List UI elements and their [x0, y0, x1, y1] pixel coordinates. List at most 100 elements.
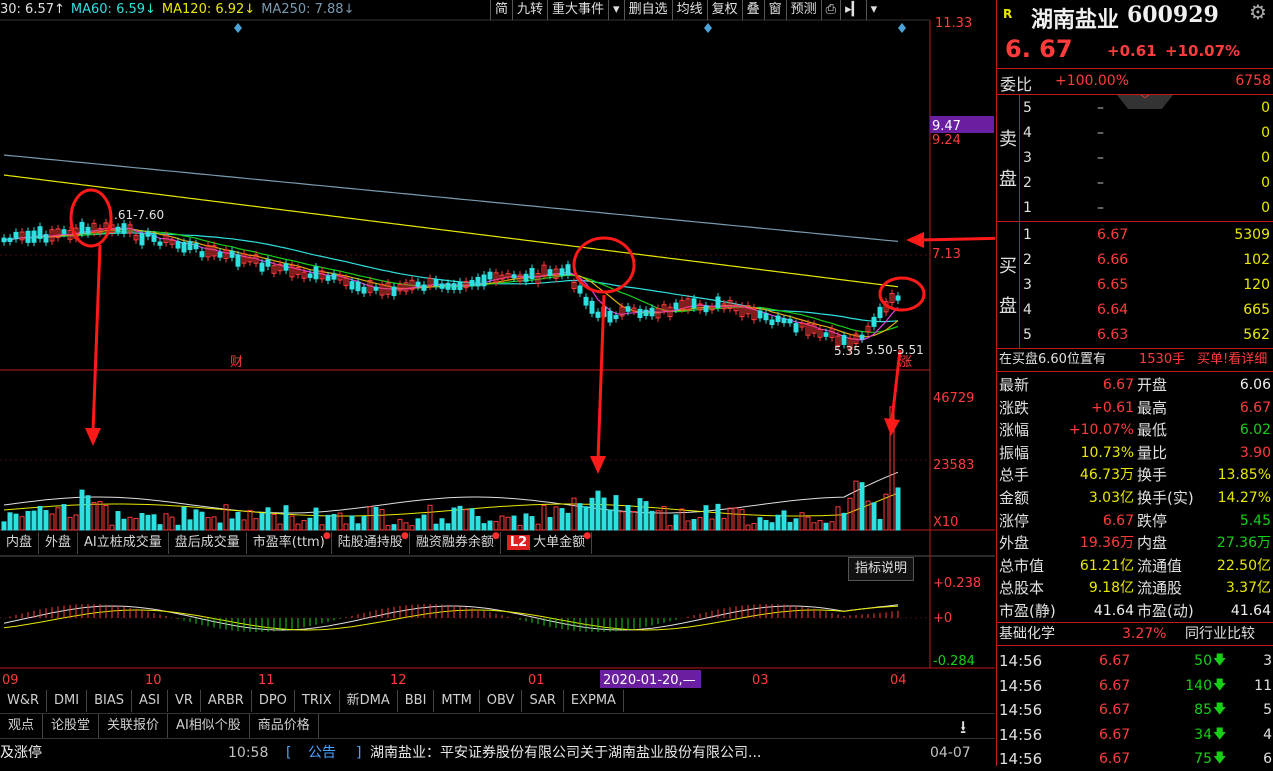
toolbar-button[interactable]: 删自选 — [623, 0, 672, 20]
indicator-tab[interactable]: ARBR — [201, 690, 252, 712]
volume-bar — [109, 524, 115, 531]
stat-label: 总手 — [999, 466, 1030, 485]
toolbar-button[interactable]: ▾ — [608, 0, 624, 20]
candle-body — [355, 281, 361, 292]
level-number: 3 — [1023, 150, 1032, 166]
toolbar-button[interactable]: 简 — [490, 0, 512, 20]
indicator-tab[interactable]: DMI — [47, 690, 88, 712]
sector-row[interactable]: 基础化学 3.27% 同行业比较 — [997, 623, 1273, 646]
stat-value: 6.67 — [1102, 377, 1134, 393]
finance-event-label[interactable]: 财 — [230, 355, 243, 370]
volume-tab[interactable]: 陆股通持股 ● — [332, 532, 410, 554]
volume-tab-label: 内盘 — [6, 535, 33, 550]
toolbar-button[interactable]: ▾ — [865, 0, 882, 20]
event-marker-icon[interactable] — [704, 23, 712, 33]
limit-up-label[interactable]: 涨 — [899, 355, 912, 370]
indicator-tab[interactable]: SAR — [522, 690, 564, 712]
sell-level-row[interactable]: 2 – 0 — [1021, 171, 1273, 196]
indicator-tab[interactable]: 新DMA — [340, 690, 398, 712]
news-tab[interactable]: 论股堂 — [43, 714, 100, 738]
ma-legend-item: MA120: 6.92↓ — [161, 2, 256, 17]
peer-compare-link[interactable]: 同行业比较 — [1185, 623, 1255, 645]
stat-value: 10.73% — [1080, 444, 1134, 461]
indicator-help-button[interactable]: 指标说明 — [848, 557, 915, 581]
volume-bar — [517, 524, 523, 531]
level-number: 5 — [1023, 100, 1032, 116]
toolbar-button[interactable]: ⎙ — [820, 0, 840, 20]
news-tab[interactable]: 关联报价 — [99, 714, 169, 738]
volume-tab[interactable]: L2 大单金额 ● — [501, 532, 593, 554]
indicator-tab[interactable]: EXPMA — [564, 690, 624, 712]
stat-label: 涨停 — [999, 511, 1030, 530]
indicator-tab[interactable]: OBV — [480, 690, 523, 712]
candle-body — [325, 275, 331, 281]
volume-bar — [721, 517, 727, 531]
sell-level-row[interactable]: 5 – 0 — [1021, 96, 1273, 121]
trade-time: 14:56 — [999, 750, 1043, 768]
toolbar-button[interactable]: 九转 — [512, 0, 547, 20]
candle-body — [217, 251, 223, 258]
indicator-tab[interactable]: MTM — [434, 690, 480, 712]
candle-body — [1, 237, 7, 243]
gear-icon[interactable]: ⚙ — [1249, 0, 1267, 24]
down-arrow-icon: 🡇 — [1213, 751, 1227, 766]
ma-legend: 30: 6.57↑ MA60: 6.59↓ MA120: 6.92↓ MA250: 7… — [0, 0, 360, 20]
volume-tab[interactable]: 市盈率(ttm) ● — [247, 532, 332, 554]
volume-tab[interactable]: 内盘 — [0, 532, 40, 554]
volume-bar — [1, 521, 7, 531]
news-tab[interactable]: 商品价格 — [250, 714, 319, 738]
indicator-tab[interactable]: BIAS — [87, 690, 132, 712]
volume-bar — [895, 487, 901, 531]
news-ticker[interactable]: 及涨停 10:58 [ 公告 ] 湖南盐业：平安证券股份有限公司关于湖南盐业股份… — [0, 738, 995, 767]
event-marker-icon[interactable] — [234, 23, 242, 33]
sell-level-row[interactable]: 4 – 0 — [1021, 121, 1273, 146]
volume-tab-label: 市盈率(ttm) — [252, 535, 325, 550]
event-marker-icon[interactable] — [898, 23, 906, 33]
volume-bar — [361, 515, 367, 531]
indicator-tab[interactable]: ASI — [132, 690, 168, 712]
sell-level-row[interactable]: 1 – 0 — [1021, 196, 1273, 221]
buy-level-row[interactable]: 5 6.63 562 — [1021, 323, 1273, 348]
kline-chart[interactable]: 11.33 9.47 9.24 7.13 .61-7.60 5.35 5.50-… — [0, 0, 995, 766]
trade-count: 3 — [1263, 653, 1272, 669]
indicator-tab[interactable]: DPO — [252, 690, 295, 712]
buy-level-row[interactable]: 3 6.65 120 — [1021, 273, 1273, 298]
volume-bar — [649, 510, 655, 531]
stock-name: 湖南盐业 — [1031, 7, 1120, 33]
candle-body — [895, 295, 901, 301]
stat-label: 外盘 — [999, 534, 1030, 553]
toolbar-button[interactable]: 预测 — [785, 0, 821, 20]
toolbar-button[interactable]: 均线 — [671, 0, 707, 20]
volume-bar — [403, 522, 409, 531]
toolbar-button[interactable]: 窗 — [763, 0, 786, 20]
volume-tab[interactable]: 融资融券余额 ● — [410, 532, 501, 554]
ticker-headline[interactable]: 湖南盐业：平安证券股份有限公司关于湖南盐业股份有限公司... — [370, 739, 761, 767]
ticker-bracket-left: [ — [286, 745, 292, 761]
indicator-tab[interactable]: TRIX — [295, 690, 340, 712]
volume-tab[interactable]: AI立桩成交量 — [78, 532, 169, 554]
toolbar-button[interactable]: 重大事件 — [547, 0, 608, 20]
bid-info-row[interactable]: 在买盘6.60位置有 1530手 买单!看详细 — [997, 349, 1273, 372]
indicator-tab[interactable]: VR — [168, 690, 201, 712]
indicator-tab[interactable]: BBI — [398, 690, 435, 712]
bid-info-link[interactable]: 买单!看详细 — [1197, 349, 1267, 371]
volume-bar — [397, 518, 403, 531]
chart-area[interactable]: 11.33 9.47 9.24 7.13 .61-7.60 5.35 5.50-… — [0, 0, 995, 766]
news-tab[interactable]: 观点 — [0, 714, 44, 738]
volume-bar — [475, 516, 481, 531]
news-tab[interactable]: AI相似个股 — [168, 714, 250, 738]
toolbar-button[interactable]: 叠 — [741, 0, 764, 20]
candle-body — [529, 267, 535, 280]
toolbar-button[interactable]: ▸▎ — [840, 0, 866, 20]
buy-level-row[interactable]: 1 6.67 5309 — [1021, 223, 1273, 248]
toolbar-button[interactable]: 复权 — [706, 0, 742, 20]
buy-level-row[interactable]: 4 6.64 665 — [1021, 298, 1273, 323]
buy-level-row[interactable]: 2 6.66 102 — [1021, 248, 1273, 273]
volume-tab[interactable]: 盘后成交量 — [169, 532, 247, 554]
volume-bar — [139, 512, 145, 531]
trade-count: 5 — [1263, 702, 1272, 718]
sell-level-row[interactable]: 3 – 0 — [1021, 146, 1273, 171]
volume-tab[interactable]: 外盘 — [39, 532, 79, 554]
indicator-tab[interactable]: W&R — [0, 690, 48, 712]
candle-body — [37, 226, 43, 239]
